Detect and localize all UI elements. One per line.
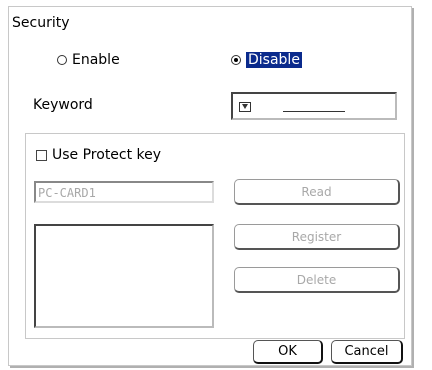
disable-radio[interactable]: Disable	[231, 52, 302, 68]
protect-key-group: Use Protect key PC-CARD1 Read Register D…	[25, 133, 405, 339]
enable-radio[interactable]: Enable	[57, 52, 120, 68]
protect-key-list[interactable]	[34, 224, 214, 328]
read-button[interactable]: Read	[234, 179, 400, 205]
disable-radio-icon[interactable]	[231, 55, 241, 65]
keyword-input-line	[283, 111, 345, 112]
use-protect-key-label: Use Protect key	[52, 147, 162, 163]
keyword-field[interactable]	[231, 92, 397, 120]
enable-label: Enable	[72, 52, 120, 68]
cancel-button[interactable]: Cancel	[331, 340, 403, 364]
keyword-label: Keyword	[33, 97, 93, 113]
pc-card-field-value: PC-CARD1	[38, 186, 96, 200]
register-button[interactable]: Register	[234, 224, 400, 250]
ok-button[interactable]: OK	[253, 340, 323, 364]
disable-label: Disable	[246, 52, 302, 68]
delete-button[interactable]: Delete	[234, 267, 400, 293]
dropdown-icon[interactable]	[239, 102, 251, 112]
security-dialog: Security Enable Disable Keyword Use Prot…	[8, 6, 412, 366]
checkbox-icon[interactable]	[36, 149, 47, 161]
use-protect-key-checkbox[interactable]: Use Protect key	[36, 147, 161, 163]
dialog-title: Security	[12, 15, 70, 31]
enable-radio-icon[interactable]	[57, 55, 67, 65]
pc-card-field[interactable]: PC-CARD1	[34, 181, 214, 203]
